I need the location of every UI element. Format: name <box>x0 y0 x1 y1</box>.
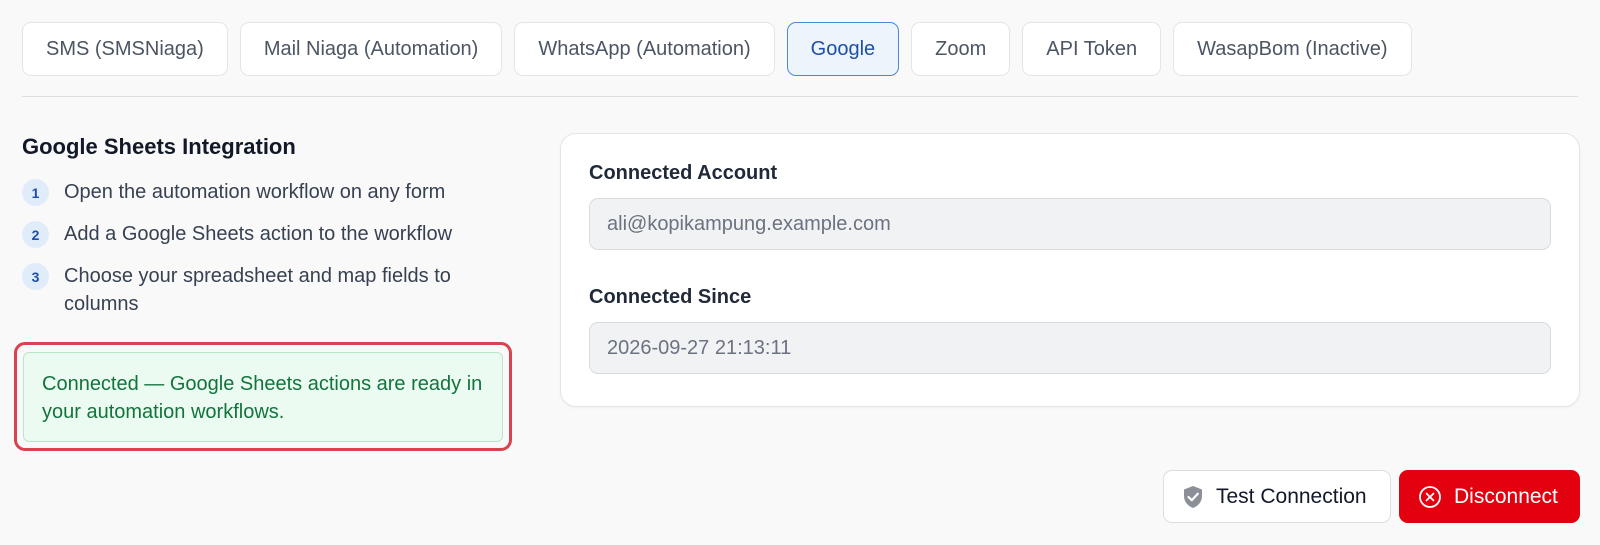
steps-list: 1 Open the automation workflow on any fo… <box>22 178 512 318</box>
step-item: 1 Open the automation workflow on any fo… <box>22 178 512 206</box>
shield-check-icon <box>1182 485 1204 509</box>
tab-zoom[interactable]: Zoom <box>911 22 1011 76</box>
connected-account-field[interactable] <box>589 198 1551 250</box>
account-details-card: Connected Account Connected Since <box>560 133 1580 407</box>
test-connection-label: Test Connection <box>1216 484 1367 508</box>
test-connection-button[interactable]: Test Connection <box>1163 470 1391 523</box>
tab-sms[interactable]: SMS (SMSNiaga) <box>22 22 228 76</box>
section-title: Google Sheets Integration <box>22 134 296 159</box>
step-number-badge: 1 <box>22 179 49 206</box>
step-item: 3 Choose your spreadsheet and map fields… <box>22 262 512 318</box>
step-text: Add a Google Sheets action to the workfl… <box>64 223 453 245</box>
connected-status-alert: Connected — Google Sheets actions are re… <box>23 352 503 442</box>
disconnect-label: Disconnect <box>1454 484 1558 508</box>
step-text: Choose your spreadsheet and map fields t… <box>64 265 451 315</box>
integration-instructions: Google Sheets Integration 1 Open the aut… <box>22 134 512 332</box>
tabs-divider <box>22 96 1578 97</box>
tab-whatsapp[interactable]: WhatsApp (Automation) <box>514 22 775 76</box>
step-number-badge: 3 <box>22 263 49 290</box>
connected-since-field[interactable] <box>589 322 1551 374</box>
tab-mail-niaga[interactable]: Mail Niaga (Automation) <box>239 22 503 76</box>
step-number-badge: 2 <box>22 221 49 248</box>
close-circle-icon <box>1418 485 1442 509</box>
tab-wasapbom[interactable]: WasapBom (Inactive) <box>1173 22 1412 76</box>
tab-google[interactable]: Google <box>786 22 900 76</box>
connected-since-label: Connected Since <box>589 286 752 308</box>
disconnect-button[interactable]: Disconnect <box>1399 470 1580 523</box>
step-text: Open the automation workflow on any form <box>64 181 446 203</box>
tab-api-token[interactable]: API Token <box>1022 22 1162 76</box>
step-item: 2 Add a Google Sheets action to the work… <box>22 220 512 248</box>
connected-account-label: Connected Account <box>589 162 778 184</box>
integration-tabs: SMS (SMSNiaga) Mail Niaga (Automation) W… <box>22 22 1412 76</box>
